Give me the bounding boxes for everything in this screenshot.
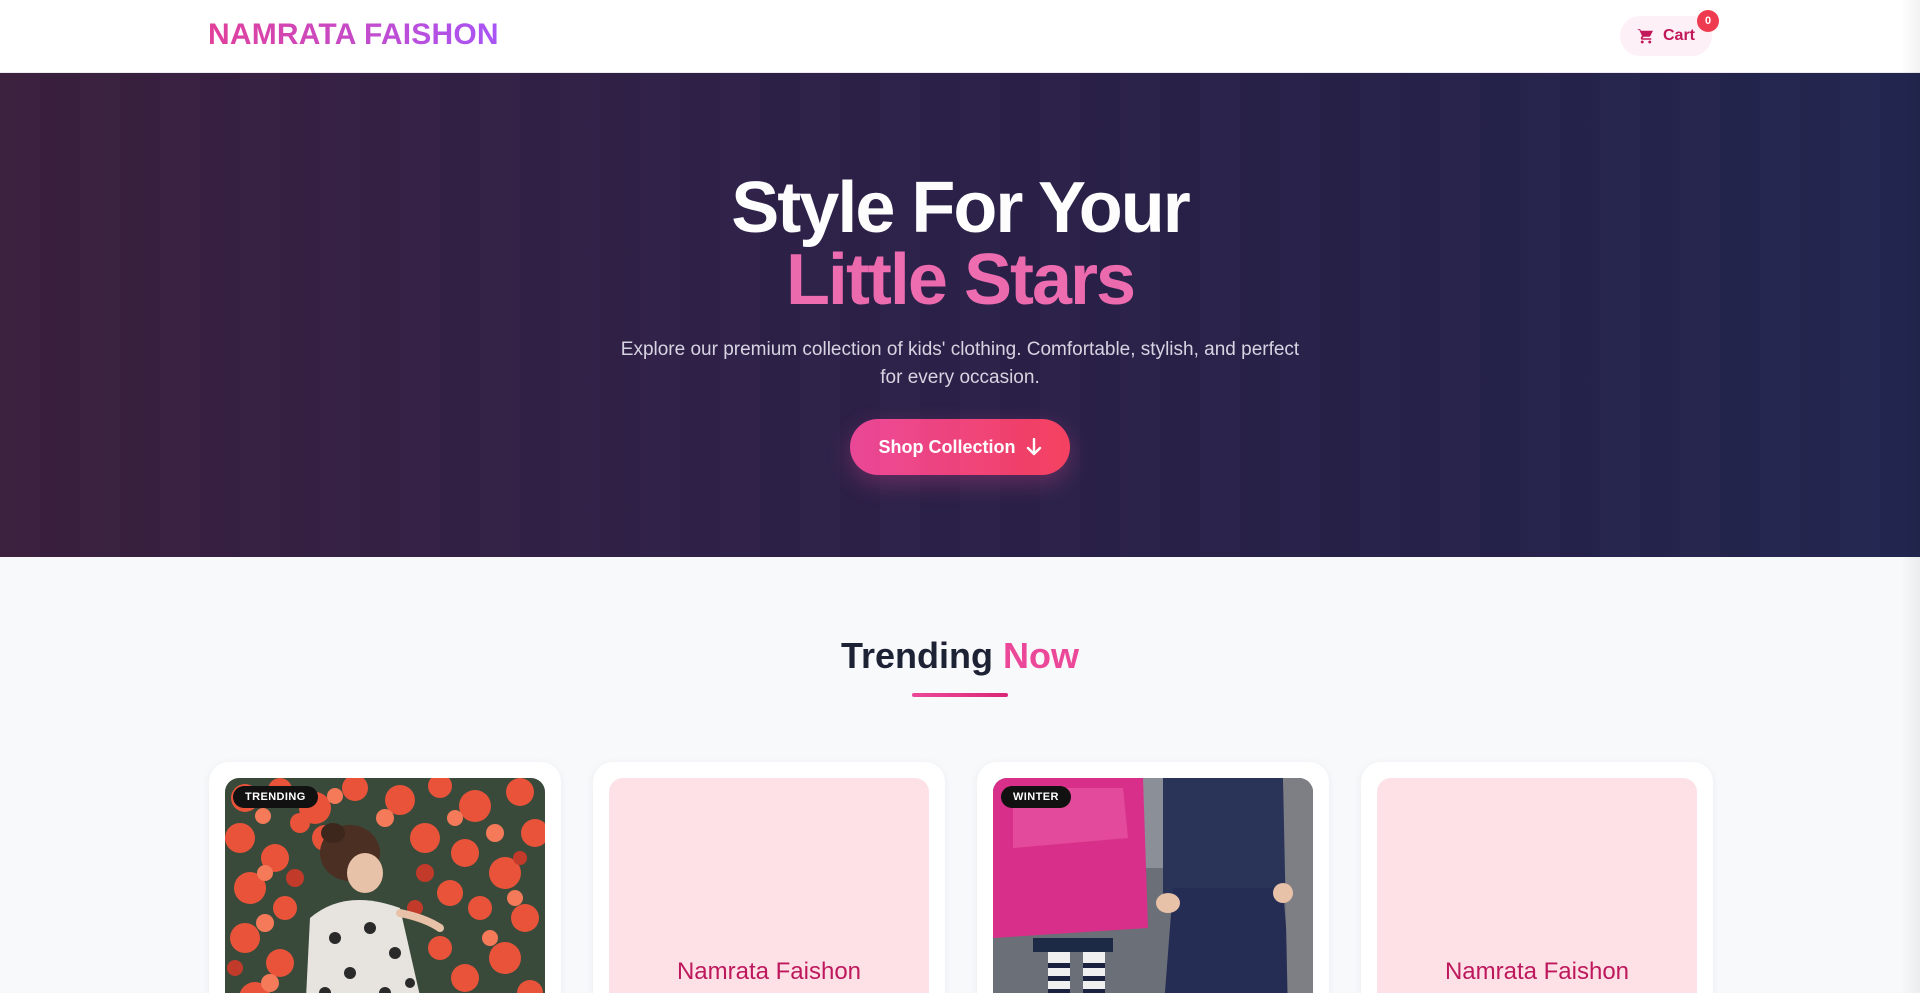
arrow-down-icon [1026,438,1041,456]
product-card[interactable]: Namrata Faishon [1361,762,1713,993]
section-title-accent: Now [1003,635,1079,676]
placeholder-brand-text: Namrata Faishon [676,958,862,985]
product-image-placeholder[interactable]: Namrata Faishon [1377,778,1697,993]
page-scrollbar[interactable] [1900,0,1920,993]
product-card[interactable]: TRENDING [209,762,561,993]
shop-collection-label: Shop Collection [878,436,1016,457]
product-card[interactable]: Namrata Faishon [593,762,945,993]
cart-label: Cart [1662,27,1695,44]
product-image-placeholder[interactable]: Namrata Faishon [609,778,929,993]
section-title-main: Trending [840,635,993,676]
brand-logo[interactable]: NAMRATA FAISHON [208,18,499,52]
card-badge: TRENDING [233,786,318,808]
cart-count-badge: 0 [1697,10,1719,32]
shop-collection-button[interactable]: Shop Collection [850,419,1070,475]
hero-banner: Style For Your Little Stars Explore our … [0,73,1920,557]
section-underline [912,693,1008,697]
product-card[interactable]: WINTER [977,762,1329,993]
hero-title-line2: Little Stars [785,240,1136,320]
placeholder-brand-text: Namrata Faishon [1444,958,1630,985]
cart-icon [1637,28,1653,44]
section-title-trending: Trending Now [0,632,1920,680]
girl-in-flowers-photo [225,778,545,993]
kids-winter-jackets-photo [993,778,1313,993]
hero-subtitle: Explore our premium collection of kids' … [620,339,1300,388]
site-header: NAMRATA FAISHON Cart 0 [0,0,1920,73]
hero-title-line1: Style For Your [731,168,1190,248]
card-badge: WINTER [1001,786,1071,808]
product-image[interactable]: TRENDING [225,778,545,993]
product-image[interactable]: WINTER [993,778,1313,993]
